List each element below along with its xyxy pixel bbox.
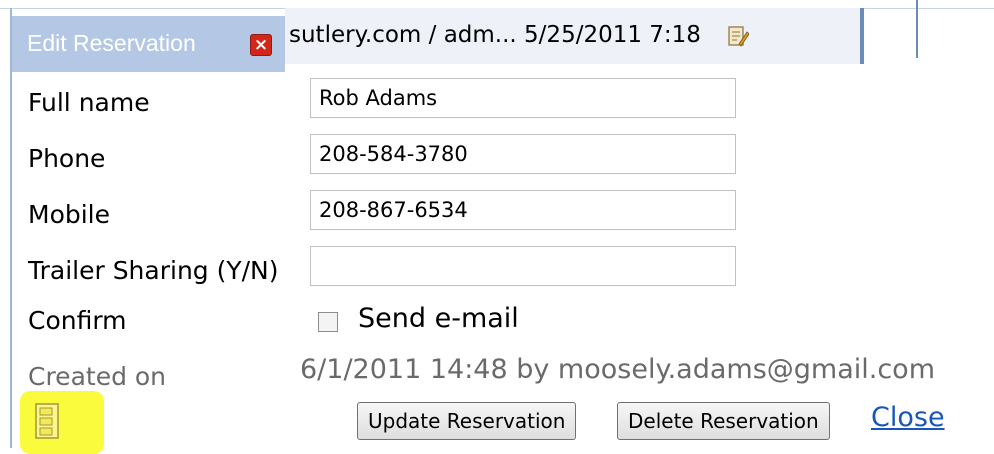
update-reservation-button[interactable]: Update Reservation — [357, 402, 577, 440]
created-on-value: 6/1/2011 14:48 by moosely.adams@gmail.co… — [300, 354, 936, 385]
dialog-title: Edit Reservation — [27, 30, 196, 56]
notes-icon[interactable] — [34, 402, 62, 442]
trailer-sharing-field[interactable] — [310, 246, 736, 286]
phone-field[interactable] — [310, 134, 736, 174]
edit-reservation-dialog: Edit Reservation × Full name Phone Mobil… — [0, 8, 994, 454]
dialog-titlebar[interactable]: Edit Reservation × — [12, 16, 285, 72]
send-email-checkbox[interactable] — [318, 312, 338, 332]
confirm-label: Confirm — [28, 306, 127, 335]
full-name-field[interactable] — [310, 78, 736, 118]
close-link[interactable]: Close — [871, 402, 945, 433]
dialog-left-border — [10, 8, 12, 448]
trailer-sharing-label: Trailer Sharing (Y/N) — [28, 256, 279, 285]
delete-reservation-button[interactable]: Delete Reservation — [617, 402, 830, 440]
mobile-label: Mobile — [28, 200, 111, 229]
mobile-field[interactable] — [310, 190, 736, 230]
phone-label: Phone — [28, 144, 106, 173]
full-name-label: Full name — [28, 88, 150, 117]
close-icon[interactable]: × — [250, 34, 272, 56]
created-on-label: Created on — [28, 362, 167, 391]
send-email-label[interactable]: Send e-mail — [358, 303, 519, 334]
highlight-mark — [20, 391, 104, 454]
